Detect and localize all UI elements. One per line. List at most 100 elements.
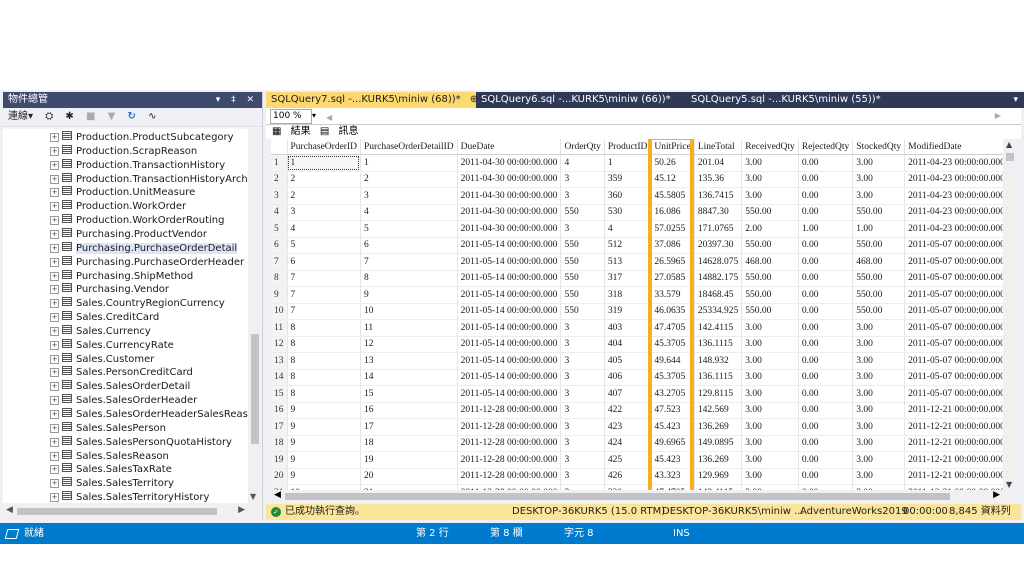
column-header[interactable]: LineTotal (694, 139, 743, 155)
table-cell[interactable]: 2011-05-07 00:00:00.000 (904, 336, 1003, 353)
table-cell[interactable]: 406 (604, 369, 652, 386)
expand-icon[interactable]: + (50, 340, 59, 350)
table-cell[interactable]: 2011-04-30 00:00:00.000 (457, 154, 562, 172)
table-cell[interactable]: 4 (360, 204, 458, 221)
table-cell[interactable]: 2.00 (741, 220, 799, 238)
table-cell[interactable]: 530 (604, 204, 652, 221)
table-cell[interactable]: 2011-12-28 00:00:00.000 (457, 418, 562, 436)
row-number[interactable]: 3 (271, 187, 288, 205)
table-cell[interactable]: 318 (604, 286, 652, 304)
tree-item-table[interactable]: + Purchasing.ProductVendor (50, 227, 207, 242)
table-cell[interactable]: 319 (604, 303, 652, 320)
table-cell[interactable]: 7 (287, 303, 361, 320)
table-cell[interactable]: 2011-05-14 00:00:00.000 (457, 352, 562, 370)
table-cell[interactable]: 3.00 (852, 187, 906, 205)
tree-item-table[interactable]: + Sales.SalesOrderDetail (50, 380, 190, 394)
scrollbar-thumb[interactable] (285, 493, 950, 500)
column-header[interactable] (271, 139, 288, 155)
scroll-right-icon[interactable]: ▶ (993, 490, 1000, 500)
table-cell[interactable]: 3 (560, 220, 605, 238)
table-cell[interactable]: 2011-12-21 00:00:00.000 (904, 468, 1003, 485)
table-cell[interactable]: 45.423 (650, 451, 695, 469)
row-number[interactable]: 18 (271, 435, 288, 452)
tree-item-table[interactable]: + Sales.SalesOrderHeader (50, 394, 197, 408)
table-cell[interactable]: 0.00 (798, 435, 854, 452)
grid-vertical-scrollbar[interactable]: ▲ ▼ (1003, 139, 1017, 490)
tree-item-table[interactable]: + Sales.SalesTaxRate (50, 463, 172, 477)
row-number[interactable]: 4 (271, 204, 288, 221)
table-cell[interactable]: 3.00 (852, 352, 906, 370)
table-cell[interactable]: 3 (560, 369, 605, 386)
table-cell[interactable]: 422 (604, 402, 652, 419)
tree-item-table[interactable]: + Production.TransactionHistory (50, 158, 225, 173)
table-cell[interactable]: 359 (604, 171, 652, 188)
tree-item-table[interactable]: + Production.ProductSubcategory (50, 131, 234, 145)
table-cell[interactable]: 512 (604, 237, 652, 254)
expand-icon[interactable]: + (50, 437, 59, 447)
table-cell[interactable]: 2011-05-14 00:00:00.000 (457, 369, 562, 386)
row-number[interactable]: 8 (271, 270, 288, 287)
table-cell[interactable]: 6 (360, 237, 458, 254)
table-cell[interactable]: 136.269 (694, 451, 743, 469)
table-cell[interactable]: 7 (287, 270, 361, 287)
table-row[interactable]: 19 9 19 2011-12-28 00:00:00.000 3 425 45.423 13… (271, 451, 1003, 469)
table-cell[interactable]: 2011-05-14 00:00:00.000 (457, 303, 562, 320)
table-cell[interactable]: 2011-12-21 00:00:00.000 (904, 402, 1003, 419)
table-cell[interactable]: 3.00 (852, 369, 906, 386)
table-cell[interactable]: 136.1115 (694, 336, 743, 353)
table-row[interactable]: 10 7 10 2011-05-14 00:00:00.000 550 319 46.063… (271, 303, 1003, 320)
table-cell[interactable]: 8 (287, 369, 361, 386)
table-cell[interactable]: 2011-05-07 00:00:00.000 (904, 319, 1003, 337)
table-cell[interactable]: 3 (560, 336, 605, 353)
expand-icon[interactable]: + (50, 479, 59, 489)
table-cell[interactable]: 4 (604, 220, 652, 238)
tree-item-table[interactable]: + Sales.Customer (50, 352, 154, 367)
table-cell[interactable]: 550 (560, 303, 605, 320)
expand-icon[interactable]: + (50, 299, 59, 309)
table-cell[interactable]: 9 (287, 451, 361, 469)
tree-item-table[interactable]: + Production.WorkOrder (50, 200, 186, 214)
scroll-left-icon[interactable]: ◀ (6, 505, 13, 515)
table-cell[interactable]: 3.00 (852, 418, 906, 436)
table-cell[interactable]: 0.00 (798, 319, 854, 337)
table-row[interactable]: 20 9 20 2011-12-28 00:00:00.000 3 426 43.323 12… (271, 468, 1003, 485)
table-cell[interactable]: 2 (287, 171, 361, 188)
table-cell[interactable]: 0.00 (798, 204, 854, 221)
chevron-down-icon[interactable]: ▾ (312, 108, 316, 124)
table-cell[interactable]: 3.00 (741, 187, 799, 205)
table-cell[interactable]: 3.00 (852, 336, 906, 353)
tree-item-table[interactable]: + Sales.SalesPersonQuotaHistory (50, 435, 232, 450)
row-number[interactable]: 16 (271, 402, 288, 419)
table-cell[interactable]: 2011-12-28 00:00:00.000 (457, 435, 562, 452)
table-cell[interactable]: 3 (560, 418, 605, 436)
table-cell[interactable]: 0.00 (798, 402, 854, 419)
table-cell[interactable]: 15 (360, 385, 458, 403)
table-row[interactable]: 15 8 15 2011-05-14 00:00:00.000 3 407 43.2705 1… (271, 385, 1003, 403)
tree-item-table[interactable]: + Sales.SalesReason (50, 449, 169, 464)
table-cell[interactable]: 57.0255 (650, 220, 695, 238)
table-cell[interactable]: 550 (560, 237, 605, 254)
table-cell[interactable]: 2011-12-21 00:00:00.000 (904, 451, 1003, 469)
table-cell[interactable]: 3.00 (741, 336, 799, 353)
table-cell[interactable]: 47.4705 (650, 319, 695, 337)
table-cell[interactable]: 136.1115 (694, 369, 743, 386)
table-cell[interactable]: 2011-05-14 00:00:00.000 (457, 253, 562, 271)
table-cell[interactable]: 3.00 (741, 171, 799, 188)
tab-overflow-menu-icon[interactable]: ▾ (1013, 92, 1018, 108)
table-cell[interactable]: 135.36 (694, 171, 743, 188)
table-cell[interactable]: 8847.30 (694, 204, 743, 221)
table-cell[interactable]: 2011-05-07 00:00:00.000 (904, 270, 1003, 287)
table-cell[interactable]: 9 (287, 418, 361, 436)
table-cell[interactable]: 2011-04-23 00:00:00.000 (904, 187, 1003, 205)
table-row[interactable]: 4 3 4 2011-04-30 00:00:00.000 550 530 16.086 88… (271, 204, 1003, 221)
table-cell[interactable]: 149.0895 (694, 435, 743, 452)
table-cell[interactable]: 2011-05-07 00:00:00.000 (904, 286, 1003, 304)
table-row[interactable]: 2 2 2 2011-04-30 00:00:00.000 3 359 45.12 135.3… (271, 171, 1003, 188)
column-header[interactable]: OrderQty (560, 139, 605, 155)
table-cell[interactable]: 3.00 (741, 451, 799, 469)
tab-results[interactable]: ▦ 結果 (272, 126, 311, 137)
tab-messages[interactable]: ▤ 訊息 (320, 126, 359, 137)
table-cell[interactable]: 0.00 (798, 270, 854, 287)
table-cell[interactable]: 7 (360, 253, 458, 271)
table-cell[interactable]: 8 (360, 270, 458, 287)
